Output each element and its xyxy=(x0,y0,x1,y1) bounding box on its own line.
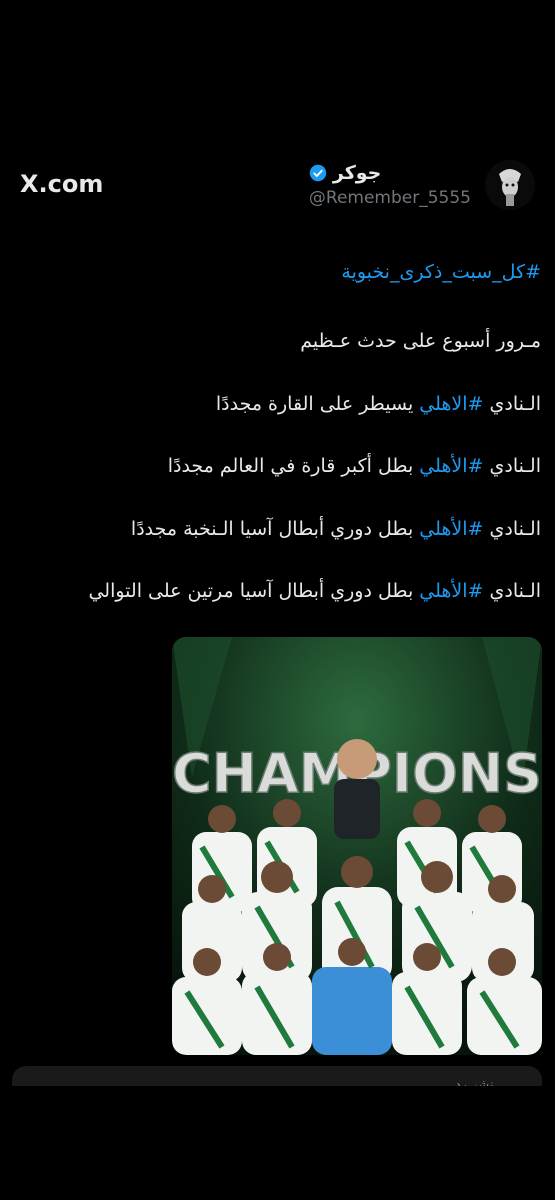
avatar[interactable] xyxy=(485,160,535,210)
tweet-line-5-prefix: الـنادي xyxy=(483,580,542,602)
tweet-line-2: الـنادي #الاهلي يسيطر على القارة مجددًا xyxy=(21,391,541,417)
name-row: جوكر xyxy=(309,162,381,184)
tweet-line-2-prefix: الـنادي xyxy=(483,393,542,415)
tweet-media-image[interactable]: CHAMPIONS xyxy=(172,637,542,1055)
tweet-line-3-prefix: الـنادي xyxy=(483,455,542,477)
tweet-line-4: الـنادي #الأهلي بطل دوري أبطال آسيا الـن… xyxy=(21,516,541,542)
hashtag-link[interactable]: #كل_سبت_ذكرى_نخبوية xyxy=(341,261,541,283)
hashtag-link[interactable]: #الاهلي xyxy=(419,393,483,415)
brand-logo[interactable]: X.com xyxy=(20,170,103,198)
tweet-line-3-suffix: بطل أكبر قارة في العالم مجددًا xyxy=(167,455,420,477)
tweet-line-2-suffix: يسيطر على القارة مجددًا xyxy=(215,393,420,415)
joker-avatar-icon xyxy=(485,160,535,210)
hashtag-link[interactable]: #الأهلي xyxy=(419,580,483,602)
tweet-line-5-suffix: بطل دوري أبطال آسيا مرتين على التوالي xyxy=(88,580,420,602)
verified-badge-icon xyxy=(309,164,327,182)
bottom-blackout xyxy=(0,1086,555,1200)
tweet-line-4-suffix: بطل دوري أبطال آسيا الـنخبة مجددًا xyxy=(130,518,420,540)
tweet-line-1: مـرور أسبوع على حدث عـظيم xyxy=(300,330,541,352)
hashtag-link[interactable]: #الأهلي xyxy=(419,518,483,540)
display-name[interactable]: جوكر xyxy=(333,162,381,184)
tweet-header: جوكر @Remember_5555 xyxy=(309,160,535,210)
tweet-line-5: الـنادي #الأهلي بطل دوري أبطال آسيا مرتي… xyxy=(21,578,541,604)
author-handle[interactable]: @Remember_5555 xyxy=(309,188,471,208)
author-names: جوكر @Remember_5555 xyxy=(309,162,471,208)
tweet-hashtag-line: #كل_سبت_ذكرى_نخبوية xyxy=(21,259,541,285)
hashtag-link[interactable]: #الأهلي xyxy=(419,455,483,477)
tweet-line-3: الـنادي #الأهلي بطل أكبر قارة في العالم … xyxy=(21,453,541,479)
champions-photo: CHAMPIONS xyxy=(172,637,542,1055)
tweet-line-4-prefix: الـنادي xyxy=(483,518,542,540)
